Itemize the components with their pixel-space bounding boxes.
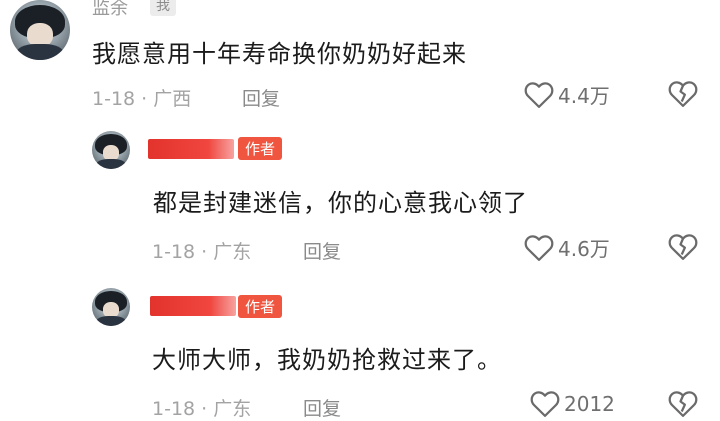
reply-button[interactable]: 回复 [303,394,341,421]
dislike-button[interactable] [668,80,698,108]
comment-reply: 作者 大师大师，我奶奶抢救过来了。 1-18 · 广东 回复 2012 [0,282,720,420]
heart-outline-icon [530,391,560,417]
comment-reply: 作者 都是封建迷信，你的心意我心领了 1-18 · 广东 回复 4.6万 [0,125,720,275]
broken-heart-icon [668,81,698,107]
comment-meta: 1-18 · 广西 [92,88,192,110]
reply-button[interactable]: 回复 [242,84,280,111]
like-count: 4.6万 [558,237,610,261]
avatar[interactable] [10,0,70,60]
author-tag: 作者 [238,295,283,318]
redacted-username [148,139,234,159]
comment-text[interactable]: 大师大师，我奶奶抢救过来了。 [152,340,502,375]
broken-heart-icon [668,234,698,260]
redacted-username [150,296,236,316]
comment-top-level: 监余 我 我愿意用十年寿命换你奶奶好起来 1-18 · 广西 回复 4.4万 [0,0,720,125]
heart-outline-icon [524,234,554,261]
like-count: 2012 [564,392,615,416]
author-tag: 作者 [238,137,283,160]
dislike-button[interactable] [668,390,698,418]
like-count: 4.4万 [558,84,610,108]
avatar[interactable] [92,131,130,169]
avatar[interactable] [92,288,130,326]
comment-meta: 1-18 · 广东 [152,398,252,420]
reply-button[interactable]: 回复 [303,237,341,264]
comment-text[interactable]: 都是封建迷信，你的心意我心领了 [153,183,528,218]
like-button[interactable]: 4.4万 [524,80,610,109]
like-button[interactable]: 4.6万 [524,233,610,262]
heart-outline-icon [524,81,554,108]
like-button[interactable]: 2012 [530,390,615,418]
username[interactable]: 监余 [92,0,128,20]
comment-text[interactable]: 我愿意用十年寿命换你奶奶好起来 [92,34,467,69]
broken-heart-icon [668,391,698,417]
comment-meta: 1-18 · 广东 [152,241,252,263]
dislike-button[interactable] [668,233,698,261]
me-tag: 我 [150,0,176,16]
